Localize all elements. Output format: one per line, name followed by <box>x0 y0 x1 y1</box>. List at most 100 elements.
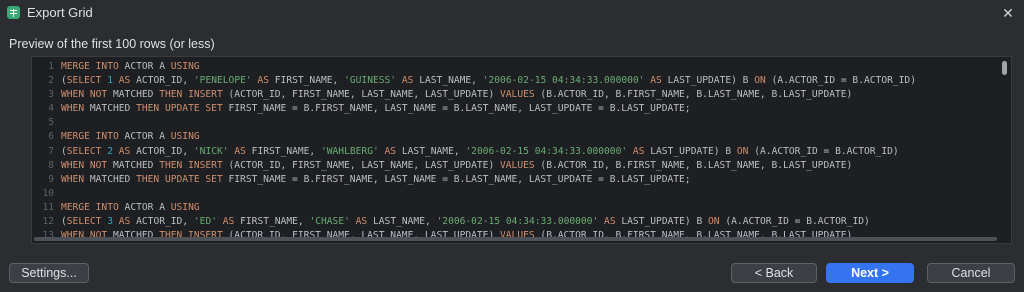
sql-keyword: AS <box>118 216 131 228</box>
sql-token: LAST_NAME, <box>413 75 483 87</box>
sql-keyword: WHEN <box>61 173 85 185</box>
line-number: 7 <box>48 145 54 157</box>
code-text: MERGE INTO ACTOR A USING <box>61 60 200 74</box>
sql-token: FIRST_NAME, <box>245 145 321 157</box>
sql-keyword: AS <box>604 216 616 228</box>
sql-token: ACTOR A <box>118 61 171 72</box>
code-text: WHEN NOT MATCHED THEN INSERT (ACTOR_ID, … <box>61 159 852 173</box>
code-text: WHEN MATCHED THEN UPDATE SET FIRST_NAME … <box>61 102 691 116</box>
sql-token: ACTOR_ID, <box>130 75 194 87</box>
line-number: 3 <box>48 89 54 101</box>
sql-keyword: AS <box>118 75 131 87</box>
sql-token: FIRST_NAME, <box>234 216 310 228</box>
sql-token: ACTOR A <box>118 201 171 213</box>
sql-string: '2006-02-15 04:34:33.000000' <box>465 145 628 157</box>
code-line: 9 WHEN MATCHED THEN UPDATE SET FIRST_NAME… <box>32 173 997 187</box>
vertical-scrollbar[interactable] <box>1001 59 1009 241</box>
code-text: WHEN NOT MATCHED THEN INSERT (ACTOR_ID, … <box>61 88 852 102</box>
sql-token: (ACTOR_ID, FIRST_NAME, LAST_NAME, LAST_U… <box>222 89 500 101</box>
sql-keyword: AS <box>355 216 368 228</box>
sql-keyword: AS <box>632 145 645 157</box>
line-number: 6 <box>48 131 54 143</box>
code-text: MERGE INTO ACTOR A USING <box>61 201 200 215</box>
sql-token: (B.ACTOR_ID, B.FIRST_NAME, B.LAST_NAME, … <box>534 89 853 101</box>
sql-keyword: AS <box>222 216 235 228</box>
close-icon: ✕ <box>1002 4 1014 21</box>
sql-keyword: AS <box>118 145 131 157</box>
sql-keyword: VALUES <box>500 159 535 171</box>
sql-string: '2006-02-15 04:34:33.000000' <box>482 75 645 87</box>
vertical-scroll-thumb[interactable] <box>1002 61 1007 75</box>
back-button[interactable]: < Back <box>731 263 817 283</box>
code-lines: 1 MERGE INTO ACTOR A USING 2 (SELECT 1 AS A… <box>32 60 997 243</box>
sql-keyword: WHEN NOT <box>61 89 108 101</box>
sql-string: 'NICK' <box>193 145 229 157</box>
sql-keyword: USING <box>170 131 200 143</box>
cancel-button[interactable]: Cancel <box>927 263 1015 283</box>
sql-keyword: USING <box>170 61 200 72</box>
sql-keyword: ON <box>754 75 766 87</box>
sql-token: (A.ACTOR_ID = B.ACTOR_ID) <box>765 75 916 87</box>
sql-keyword: WHEN NOT <box>61 159 108 171</box>
sql-token: LAST_UPDATE) B <box>661 75 755 87</box>
settings-button[interactable]: Settings... <box>9 263 89 283</box>
sql-keyword: MERGE INTO <box>61 131 119 143</box>
code-line: 3 WHEN NOT MATCHED THEN INSERT (ACTOR_ID,… <box>32 88 997 102</box>
code-line: 8 WHEN NOT MATCHED THEN INSERT (ACTOR_ID,… <box>32 159 997 173</box>
sql-keyword: THEN UPDATE SET <box>136 173 223 185</box>
sql-keyword: AS <box>384 145 397 157</box>
sql-keyword: AS <box>650 75 662 87</box>
sql-string: 'PENELOPE' <box>193 75 252 87</box>
horizontal-scroll-thumb[interactable] <box>34 237 997 241</box>
sql-string: 'ED' <box>193 216 217 228</box>
sql-token: (B.ACTOR_ID, B.FIRST_NAME, B.LAST_NAME, … <box>534 159 853 171</box>
sql-preview-editor[interactable]: 1 MERGE INTO ACTOR A USING 2 (SELECT 1 AS A… <box>31 56 1012 244</box>
sql-token: FIRST_NAME = B.FIRST_NAME, LAST_NAME = B… <box>222 103 691 115</box>
sql-keyword: ON <box>708 216 720 228</box>
line-number: 12 <box>42 216 54 228</box>
line-number: 5 <box>48 117 54 129</box>
sql-token: MATCHED <box>84 103 137 115</box>
grid-table-icon <box>7 6 20 19</box>
code-line: 7 (SELECT 2 AS ACTOR_ID, 'NICK' AS FIRST_… <box>32 145 997 159</box>
sql-token: ACTOR_ID, <box>130 216 194 228</box>
sql-token: LAST_UPDATE) B <box>644 145 737 157</box>
sql-token: LAST_UPDATE) B <box>615 216 709 228</box>
sql-keyword: SELECT <box>66 216 102 228</box>
sql-keyword: AS <box>257 75 269 87</box>
title-bar: Export Grid ✕ <box>0 0 1024 26</box>
code-line: 2 (SELECT 1 AS ACTOR_ID, 'PENELOPE' AS FI… <box>32 74 997 88</box>
sql-token: MATCHED <box>84 173 137 185</box>
code-line: 4 WHEN MATCHED THEN UPDATE SET FIRST_NAME… <box>32 102 997 116</box>
line-number: 2 <box>48 75 54 87</box>
sql-token: MATCHED <box>107 89 160 101</box>
horizontal-scrollbar[interactable] <box>34 237 997 242</box>
sql-keyword: SELECT <box>66 75 102 87</box>
next-button[interactable]: Next > <box>826 263 914 283</box>
line-number: 11 <box>42 201 54 213</box>
sql-keyword: MERGE INTO <box>61 201 119 213</box>
sql-keyword: THEN INSERT <box>159 89 223 101</box>
code-line: 11 MERGE INTO ACTOR A USING <box>32 201 997 215</box>
line-number: 8 <box>48 159 54 171</box>
sql-string: 'WAHLBERG' <box>320 145 379 157</box>
preview-label: Preview of the first 100 rows (or less) <box>9 37 215 51</box>
sql-token: (A.ACTOR_ID = B.ACTOR_ID) <box>719 216 870 228</box>
sql-keyword: AS <box>234 145 246 157</box>
sql-keyword: THEN UPDATE SET <box>136 103 223 115</box>
code-text: WHEN MATCHED THEN UPDATE SET FIRST_NAME … <box>61 173 691 187</box>
sql-keyword: MERGE INTO <box>61 61 119 72</box>
sql-token: LAST_NAME, <box>367 216 437 228</box>
sql-string: 'CHASE' <box>309 216 350 228</box>
sql-keyword: WHEN <box>61 103 85 115</box>
code-line: 6 MERGE INTO ACTOR A USING <box>32 130 997 144</box>
code-text: (SELECT 2 AS ACTOR_ID, 'NICK' AS FIRST_N… <box>61 145 899 159</box>
code-line: 1 MERGE INTO ACTOR A USING <box>32 60 997 74</box>
code-line: 12 (SELECT 3 AS ACTOR_ID, 'ED' AS FIRST_N… <box>32 215 997 229</box>
sql-token: ACTOR A <box>118 131 171 143</box>
window-title: Export Grid <box>27 5 93 20</box>
line-number: 10 <box>42 187 54 199</box>
sql-keyword: VALUES <box>500 89 535 101</box>
sql-token: FIRST_NAME, <box>269 75 345 87</box>
close-button[interactable]: ✕ <box>998 3 1018 23</box>
